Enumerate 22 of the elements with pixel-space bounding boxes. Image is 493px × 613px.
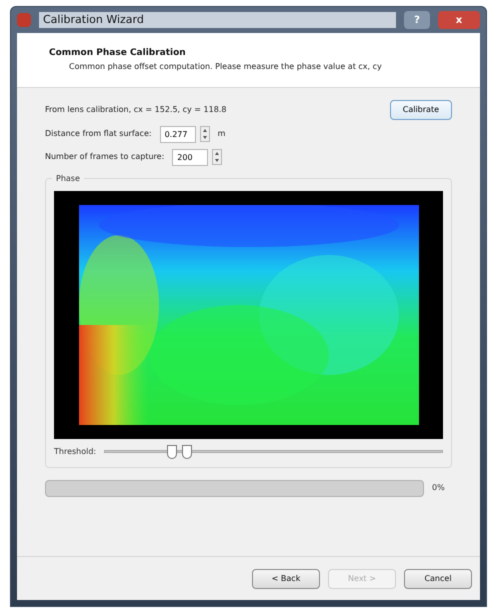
progress-reading: 0% [432, 482, 446, 494]
wizard-button[interactable]: Cancel [404, 568, 472, 588]
range-slider[interactable] [104, 444, 443, 458]
spin-arrows-icon[interactable] [212, 149, 222, 165]
window-title: Calibration Wizard [39, 12, 396, 28]
lens-info: From lens calibration, cx = 152.5, cy = 118.8 [45, 104, 226, 116]
app-logo-icon [17, 13, 31, 27]
field-label: Number of frames to capture: [45, 151, 164, 163]
spin-arrows-icon[interactable] [200, 126, 210, 142]
group-title: Phase [52, 172, 84, 184]
header-subtitle: Common phase offset computation. Please measure the phase value at cx, cy [68, 60, 383, 72]
header-title: Common Phase Calibration [49, 47, 187, 60]
unit-label: m [218, 128, 226, 140]
slider-thumb[interactable] [166, 444, 177, 458]
calibrate-button[interactable]: Calibrate [390, 100, 452, 120]
threshold-label: Threshold: [54, 446, 96, 458]
slider-thumb[interactable] [182, 444, 192, 458]
close-button[interactable]: x [438, 11, 480, 29]
field-label: Distance from flat surface: [45, 128, 152, 140]
wizard-button[interactable]: < Back [252, 568, 320, 588]
spin-field[interactable]: 200 [172, 148, 208, 166]
spin-field[interactable]: 0.277 [160, 126, 196, 142]
